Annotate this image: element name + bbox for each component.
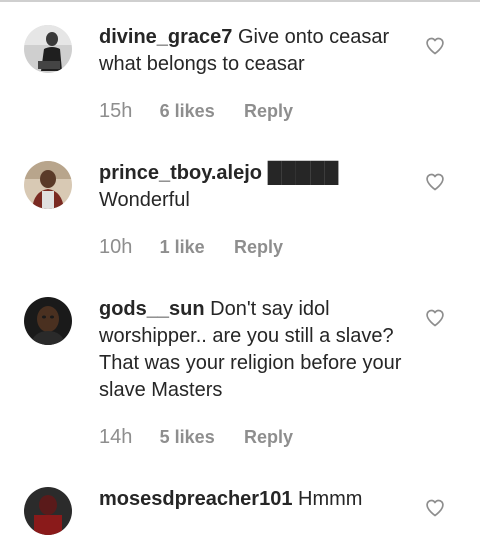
comment-username[interactable]: prince_tboy.alejo xyxy=(99,162,262,184)
comment-item: divine_grace7 Give onto ceasar what belo… xyxy=(0,0,480,140)
avatar[interactable] xyxy=(24,161,72,209)
comment-body: divine_grace7 Give onto ceasar what belo… xyxy=(99,24,404,78)
comment-meta: 14h 5 likes Reply xyxy=(99,425,293,449)
comment-body: gods__sun Don't say idol worshipper.. ar… xyxy=(99,296,404,404)
heart-icon[interactable] xyxy=(425,498,445,518)
likes-count-button[interactable]: 1 like xyxy=(160,235,205,259)
comment-username[interactable]: divine_grace7 xyxy=(99,26,232,48)
comment-body: mosesdpreacher101 Hmmm xyxy=(99,486,404,513)
reply-button[interactable]: Reply xyxy=(244,99,293,123)
comment-text: Hmmm xyxy=(298,488,363,510)
avatar[interactable] xyxy=(24,297,72,345)
comment-body: prince_tboy.alejo █████ Wonderful xyxy=(99,160,404,214)
comment-username[interactable]: mosesdpreacher101 xyxy=(99,488,292,510)
reply-button[interactable]: Reply xyxy=(234,235,283,259)
comment-time: 15h xyxy=(99,100,133,122)
comment-item: gods__sun Don't say idol worshipper.. ar… xyxy=(0,272,480,472)
reply-button[interactable]: Reply xyxy=(244,425,293,449)
likes-count-button[interactable]: 6 likes xyxy=(160,99,215,123)
likes-count-button[interactable]: 5 likes xyxy=(160,425,215,449)
avatar[interactable] xyxy=(24,487,72,535)
heart-icon[interactable] xyxy=(425,172,445,192)
heart-icon[interactable] xyxy=(425,308,445,328)
comment-time: 14h xyxy=(99,426,133,448)
comment-time: 10h xyxy=(99,236,133,258)
comment-username[interactable]: gods__sun xyxy=(99,298,205,320)
avatar[interactable] xyxy=(24,25,72,73)
comment-item: mosesdpreacher101 Hmmm xyxy=(0,462,480,535)
heart-icon[interactable] xyxy=(425,36,445,56)
comment-meta: 10h 1 like Reply xyxy=(99,235,283,259)
comment-meta: 15h 6 likes Reply xyxy=(99,99,293,123)
comment-item: prince_tboy.alejo █████ Wonderful 10h 1 … xyxy=(0,136,480,276)
